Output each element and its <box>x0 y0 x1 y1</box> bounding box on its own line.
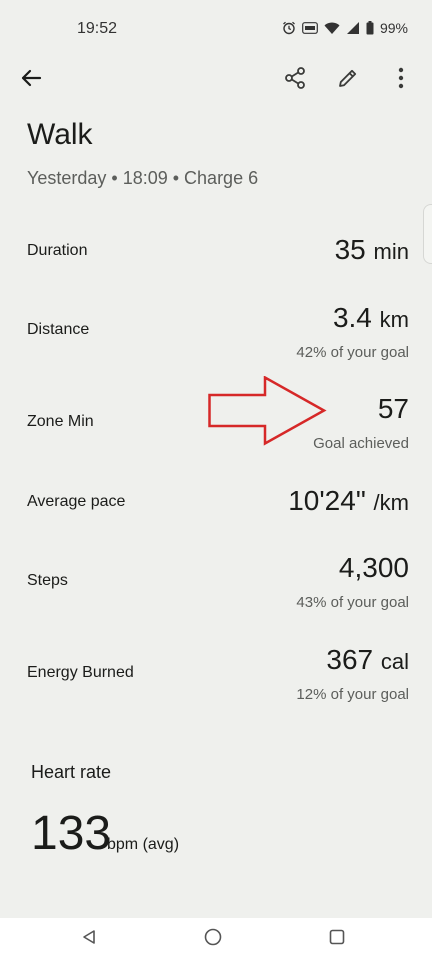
battery-icon <box>366 21 374 35</box>
steps-number: 4,300 <box>338 552 409 583</box>
app-bar <box>0 60 432 104</box>
nav-recents-icon <box>329 929 345 950</box>
red-arrow-annotation-icon <box>208 376 327 446</box>
nav-home-icon <box>204 928 222 951</box>
more-options-button[interactable] <box>381 60 421 100</box>
heart-rate-title: Heart rate <box>31 762 112 782</box>
share-button[interactable] <box>275 60 315 100</box>
volte-icon <box>302 22 318 34</box>
edge-panel-handle[interactable] <box>423 204 432 264</box>
steps-goal-text: 43% of your goal <box>296 594 409 611</box>
nav-recents-button[interactable] <box>324 926 350 952</box>
energy-burned-number: 367 <box>326 644 374 675</box>
energy-goal-text: 12% of your goal <box>296 686 409 703</box>
signal-icon <box>346 21 360 35</box>
distance-unit: km <box>379 307 409 332</box>
zone-min-value: 57 <box>378 393 409 425</box>
distance-value: 3.4 km <box>333 302 409 334</box>
nav-back-icon <box>81 929 97 950</box>
more-vert-icon <box>398 67 404 94</box>
duration-number: 35 <box>334 234 366 265</box>
status-time: 19:52 <box>77 20 118 37</box>
zone-min-number: 57 <box>377 393 409 424</box>
duration-label: Duration <box>27 242 88 259</box>
steps-value: 4,300 <box>339 552 409 584</box>
battery-percent: 99% <box>379 20 408 36</box>
average-pace-unit: /km <box>373 490 409 515</box>
energy-burned-value: 367 cal <box>326 644 409 676</box>
heart-rate-unit: bpm (avg) <box>107 836 180 853</box>
activity-title: Walk <box>27 118 93 151</box>
distance-goal-text: 42% of your goal <box>296 344 409 361</box>
wifi-icon <box>324 22 340 35</box>
heart-rate-value: 133 <box>31 807 112 860</box>
system-nav-bar <box>0 918 432 960</box>
energy-burned-label: Energy Burned <box>27 664 134 681</box>
energy-burned-unit: cal <box>380 649 409 674</box>
duration-unit: min <box>373 239 409 264</box>
edit-button[interactable] <box>328 60 368 100</box>
alarm-icon <box>282 21 296 35</box>
duration-value: 35 min <box>335 234 409 266</box>
activity-subtitle: Yesterday • 18:09 • Charge 6 <box>27 168 259 188</box>
average-pace-number: 10'24" <box>288 485 366 516</box>
steps-label: Steps <box>27 572 68 589</box>
distance-number: 3.4 <box>332 302 372 333</box>
nav-home-button[interactable] <box>200 926 226 952</box>
zone-min-label: Zone Min <box>27 413 94 430</box>
average-pace-value: 10'24" /km <box>288 485 409 517</box>
share-icon <box>283 66 307 95</box>
status-bar: 19:52 99% <box>0 0 432 56</box>
average-pace-label: Average pace <box>27 493 126 510</box>
back-button[interactable] <box>11 60 51 100</box>
edit-pencil-icon <box>336 66 360 95</box>
back-arrow-icon <box>20 67 42 94</box>
status-icons: 99% <box>282 20 408 36</box>
nav-back-button[interactable] <box>76 926 102 952</box>
distance-label: Distance <box>27 321 90 338</box>
